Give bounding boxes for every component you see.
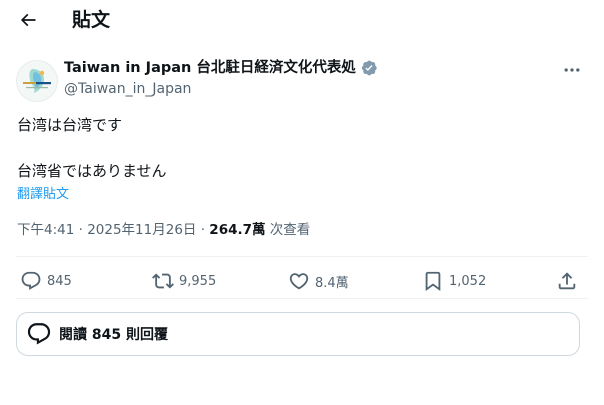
- read-replies-label: 閱讀 845 則回覆: [59, 327, 168, 343]
- read-replies-button[interactable]: 閱讀 845 則回覆: [16, 312, 580, 356]
- avatar[interactable]: [16, 60, 58, 102]
- heart-icon: [288, 270, 310, 292]
- arrow-left-icon: [20, 13, 36, 27]
- repost-count: 9,955: [179, 273, 217, 289]
- tweet-text-line: 台湾省ではありません: [17, 162, 167, 180]
- translate-link[interactable]: 翻譯貼文: [17, 186, 69, 204]
- views-label: 次查看: [265, 222, 311, 238]
- reply-count: 845: [47, 273, 72, 289]
- like-button[interactable]: 8.4萬: [288, 269, 349, 293]
- tweet-meta: 下午4:41 · 2025年11月26日 · 264.7萬 次查看: [17, 220, 310, 240]
- more-options-button[interactable]: [558, 56, 586, 84]
- reply-button[interactable]: 845: [20, 269, 72, 293]
- back-button[interactable]: [14, 6, 42, 34]
- author-name[interactable]: Taiwan in Japan 台北駐日経済文化代表処: [64, 58, 378, 78]
- share-button[interactable]: [556, 269, 583, 293]
- share-icon: [556, 270, 578, 292]
- post-date[interactable]: 2025年11月26日: [87, 222, 196, 238]
- repost-icon: [152, 270, 174, 292]
- tweet-text-line: 台湾は台湾です: [17, 116, 123, 134]
- divider: [16, 298, 588, 299]
- like-count: 8.4萬: [315, 275, 349, 291]
- author-name-text: Taiwan in Japan 台北駐日経済文化代表処: [64, 60, 356, 76]
- post-time[interactable]: 下午4:41: [17, 222, 74, 238]
- meta-separator: ·: [74, 222, 88, 238]
- views-count: 264.7萬: [209, 222, 266, 238]
- bookmark-button[interactable]: 1,052: [422, 269, 486, 293]
- repost-button[interactable]: 9,955: [152, 269, 216, 293]
- bookmark-icon: [422, 270, 444, 292]
- page-title: 貼文: [72, 9, 111, 31]
- taiwan-office-logo: [17, 61, 57, 101]
- reply-icon: [20, 270, 42, 292]
- more-dots-icon: [564, 68, 580, 72]
- bookmark-count: 1,052: [449, 273, 487, 289]
- author-handle[interactable]: @Taiwan_in_Japan: [64, 79, 191, 99]
- divider: [16, 256, 588, 257]
- verified-badge-icon: [360, 59, 378, 77]
- meta-separator: ·: [196, 222, 210, 238]
- reply-bubble-icon: [26, 321, 52, 347]
- top-bar: 貼文: [0, 0, 604, 42]
